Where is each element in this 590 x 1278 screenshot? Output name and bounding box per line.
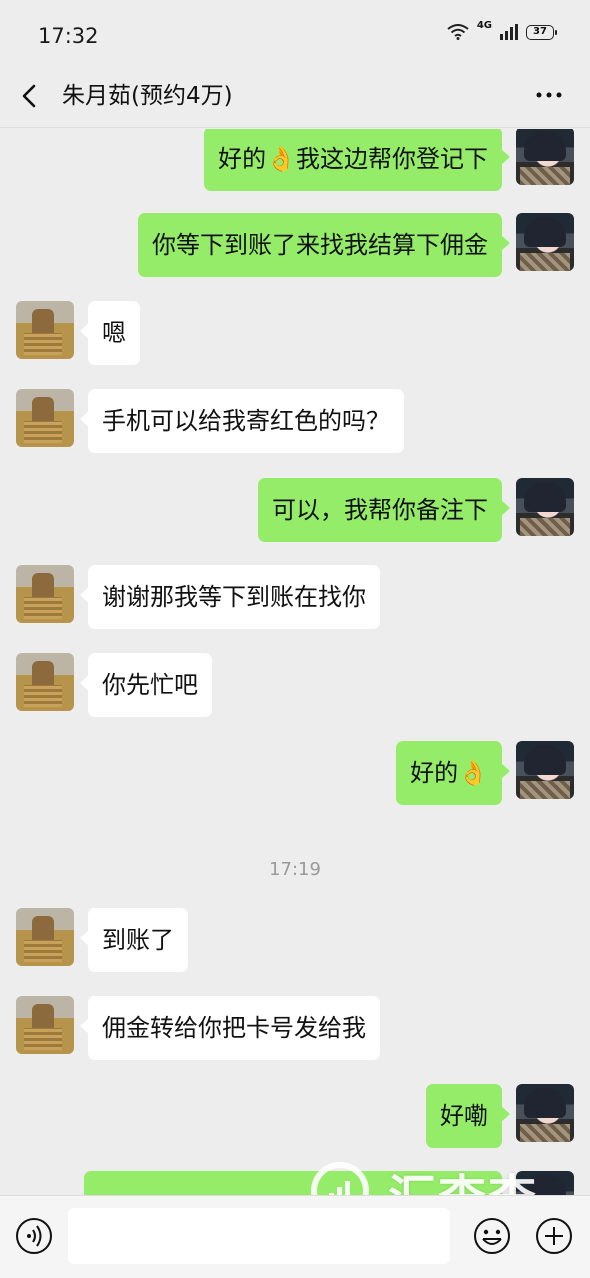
message-bubble-peer[interactable]: 谢谢那我等下到账在找你 bbox=[80, 565, 380, 629]
message-bubble-peer[interactable]: 你先忙吧 bbox=[80, 653, 212, 717]
self-avatar-image bbox=[516, 213, 574, 271]
status-bar: 17:32 4G 37 bbox=[0, 0, 590, 66]
plus-icon bbox=[536, 1218, 572, 1254]
back-button[interactable] bbox=[16, 78, 44, 114]
message-bubble-self[interactable]: 好的👌 bbox=[396, 741, 510, 805]
wifi-icon bbox=[447, 24, 469, 40]
message-bubble-self[interactable]: 可以，我帮你备注下 bbox=[258, 478, 510, 542]
voice-icon bbox=[16, 1218, 52, 1254]
peer-avatar[interactable] bbox=[16, 565, 74, 623]
message-bubble-self[interactable]: 好的👌我这边帮你登记下 bbox=[204, 129, 510, 191]
chevron-left-icon bbox=[22, 84, 36, 108]
message-input[interactable] bbox=[68, 1208, 450, 1264]
message-bubble-peer[interactable]: 到账了 bbox=[80, 908, 188, 972]
self-avatar[interactable] bbox=[516, 478, 574, 536]
self-avatar[interactable] bbox=[516, 129, 574, 185]
peer-avatar[interactable] bbox=[16, 908, 74, 966]
self-avatar[interactable] bbox=[516, 213, 574, 271]
peer-avatar-image bbox=[16, 389, 74, 447]
peer-avatar[interactable] bbox=[16, 996, 74, 1054]
self-avatar-image bbox=[516, 129, 574, 185]
signal-icon bbox=[500, 24, 518, 40]
emoji-icon bbox=[474, 1218, 510, 1254]
message-list[interactable]: 好的👌我这边帮你登记下 你等下到账了来找我结算下佣金 嗯 手机可以给我寄红色的吗… bbox=[0, 129, 590, 1195]
self-avatar-image bbox=[516, 478, 574, 536]
message-bubble-peer[interactable]: 佣金转给你把卡号发给我 bbox=[80, 996, 380, 1060]
self-avatar-image bbox=[516, 741, 574, 799]
chat-header: 朱月茹(预约4万) bbox=[0, 66, 590, 128]
peer-avatar-image bbox=[16, 653, 74, 711]
peer-avatar-image bbox=[16, 908, 74, 966]
self-avatar[interactable] bbox=[516, 1084, 574, 1142]
message-bubble-self[interactable]: 好嘞 bbox=[426, 1084, 510, 1148]
time-divider: 17:19 bbox=[269, 859, 321, 880]
battery-icon: 37 bbox=[526, 24, 557, 40]
message-bubble-self[interactable]: 你等下到账了来找我结算下佣金 bbox=[138, 213, 510, 277]
status-icons: 4G 37 bbox=[447, 20, 557, 40]
status-time: 17:32 bbox=[38, 24, 99, 48]
network-type: 4G bbox=[476, 20, 492, 31]
peer-avatar-image bbox=[16, 301, 74, 359]
peer-avatar[interactable] bbox=[16, 389, 74, 447]
peer-avatar-image bbox=[16, 565, 74, 623]
voice-button[interactable] bbox=[14, 1216, 54, 1256]
emoji-button[interactable] bbox=[472, 1216, 512, 1256]
input-bar bbox=[0, 1195, 590, 1278]
chat-title: 朱月茹(预约4万) bbox=[62, 83, 233, 109]
more-icon bbox=[536, 92, 562, 98]
more-options-button[interactable] bbox=[534, 80, 564, 110]
self-avatar-image bbox=[516, 1084, 574, 1142]
peer-avatar-image bbox=[16, 996, 74, 1054]
more-functions-button[interactable] bbox=[534, 1216, 574, 1256]
self-avatar[interactable] bbox=[516, 741, 574, 799]
message-bubble-peer[interactable]: 嗯 bbox=[80, 301, 140, 365]
message-bubble-peer[interactable]: 手机可以给我寄红色的吗？ bbox=[80, 389, 404, 453]
peer-avatar[interactable] bbox=[16, 653, 74, 711]
peer-avatar[interactable] bbox=[16, 301, 74, 359]
